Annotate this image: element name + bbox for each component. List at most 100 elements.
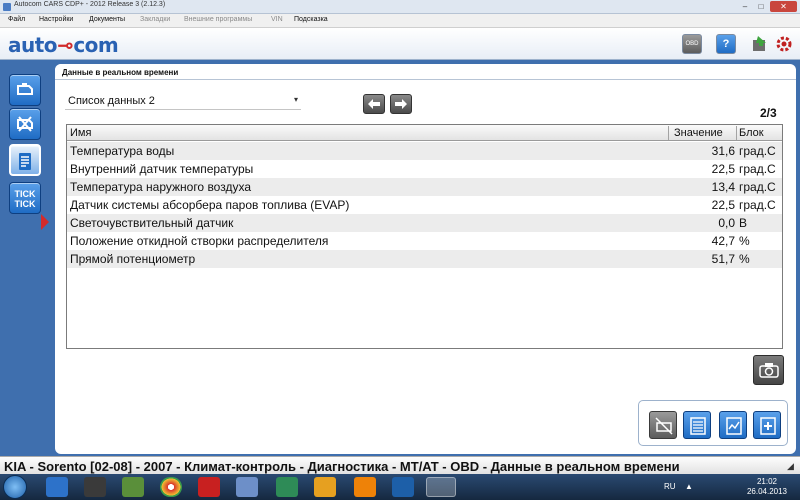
engine-icon: [17, 83, 33, 95]
graph-view-button[interactable]: [719, 411, 747, 439]
menu-file[interactable]: Файл: [8, 16, 25, 23]
tab-live-data[interactable]: Данные в реальном времени: [55, 64, 240, 80]
chevron-down-icon: ▾: [293, 95, 298, 104]
document-list-icon: [19, 153, 31, 170]
app-header: auto⊸com OBD ?: [0, 28, 800, 60]
row-name: Прямой потенциометр: [70, 252, 196, 266]
app-icon-green[interactable]: [276, 477, 298, 497]
live-data-table: Имя Значение Блок Температура воды 31,6 …: [66, 124, 783, 349]
row-unit: %: [739, 252, 750, 266]
window-title: Autocom CARS CDP+ - 2012 Release 3 (2.12…: [14, 1, 166, 8]
nav-live-data-button[interactable]: [9, 144, 41, 176]
dataset-select-value: Список данных 2: [68, 95, 155, 107]
list-icon: [690, 417, 706, 435]
start-button[interactable]: [3, 475, 27, 499]
row-value: 0,0: [718, 216, 735, 230]
row-unit: В: [739, 216, 748, 230]
row-name: Температура наружного воздуха: [70, 180, 251, 194]
arrow-left-icon: [368, 99, 380, 109]
chrome-icon[interactable]: [160, 477, 182, 497]
row-value: 22,5: [711, 162, 735, 176]
row-name: Внутренний датчик температуры: [70, 162, 254, 176]
table-row[interactable]: Внутренний датчик температуры 22,5 град.…: [67, 160, 782, 178]
table-header: Имя Значение Блок: [67, 125, 782, 141]
help-button[interactable]: ?: [716, 34, 736, 54]
keyboard-language[interactable]: RU: [664, 482, 676, 491]
globe-icon[interactable]: [392, 477, 414, 497]
media-icon[interactable]: [84, 477, 106, 497]
update-icon[interactable]: [750, 34, 770, 54]
row-unit: град.С: [739, 144, 776, 158]
system-clock[interactable]: 21:02 26.04.2013: [744, 477, 790, 497]
menu-bar: Файл Настройки Документы Закладки Внешни…: [0, 14, 800, 28]
table-row[interactable]: Прямой потенциометр 51,7 %: [67, 250, 782, 268]
window-titlebar: Autocom CARS CDP+ - 2012 Release 3 (2.12…: [0, 0, 800, 14]
nav-engine-button[interactable]: [9, 74, 41, 106]
breadcrumb: KIA - Sorento [02-08] - 2007 - Климат-ко…: [4, 459, 680, 474]
bottom-toolbar: [638, 400, 788, 446]
settings-gear-icon[interactable]: [774, 34, 794, 54]
menu-documents[interactable]: Документы: [89, 16, 125, 23]
add-to-report-button[interactable]: [753, 411, 781, 439]
row-value: 31,6: [711, 144, 735, 158]
windows-taskbar: RU ▲ 21:02 26.04.2013: [0, 474, 800, 500]
table-row[interactable]: Температура воды 31,6 град.С: [67, 142, 782, 160]
page-indicator: 2/3: [760, 106, 777, 120]
row-value: 51,7: [711, 252, 735, 266]
table-row[interactable]: Датчик системы абсорбера паров топлива (…: [67, 196, 782, 214]
menu-external-programs[interactable]: Внешние программы: [184, 16, 252, 23]
table-row[interactable]: Положение откидной створки распределител…: [67, 232, 782, 250]
player-icon[interactable]: [122, 477, 144, 497]
menu-vin[interactable]: VIN: [271, 16, 283, 23]
previous-page-button[interactable]: [363, 94, 385, 114]
row-value: 42,7: [711, 234, 735, 248]
table-row[interactable]: Температура наружного воздуха 13,4 град.…: [67, 178, 782, 196]
internet-explorer-icon[interactable]: [46, 477, 68, 497]
report-add-icon: [760, 417, 776, 435]
arrow-right-icon: [395, 99, 407, 109]
row-name: Положение откидной створки распределител…: [70, 234, 329, 248]
print-disabled-button[interactable]: [649, 411, 677, 439]
left-nav: TICK TICK: [0, 60, 50, 500]
menu-help[interactable]: Подсказка: [294, 16, 328, 23]
screenshot-button[interactable]: [753, 355, 784, 385]
graph-icon: [726, 417, 742, 435]
menu-settings[interactable]: Настройки: [39, 16, 73, 23]
close-button[interactable]: ✕: [770, 1, 797, 12]
autocom-logo: auto⊸com: [8, 33, 119, 57]
list-view-button[interactable]: [683, 411, 711, 439]
obd-button[interactable]: OBD: [682, 34, 702, 54]
yandex-icon[interactable]: [198, 477, 220, 497]
camera-icon: [759, 363, 779, 378]
tab-divider: [55, 79, 796, 80]
minimize-button[interactable]: –: [738, 1, 752, 12]
row-unit: град.С: [739, 180, 776, 194]
print-crossed-icon: [655, 417, 673, 435]
row-name: Светочувствительный датчик: [70, 216, 234, 230]
row-unit: %: [739, 234, 750, 248]
nav-tick-button[interactable]: TICK TICK: [9, 182, 41, 214]
mail-icon[interactable]: [236, 477, 258, 497]
autocom-taskbar-button[interactable]: [426, 477, 456, 497]
table-row[interactable]: Светочувствительный датчик 0,0 В: [67, 214, 782, 232]
menu-bookmarks[interactable]: Закладки: [140, 16, 170, 23]
maximize-button[interactable]: □: [754, 1, 768, 12]
row-name: Датчик системы абсорбера паров топлива (…: [70, 198, 350, 212]
row-unit: град.С: [739, 162, 776, 176]
status-resize-icon: ◢: [787, 461, 794, 471]
odnoklassniki-icon[interactable]: [354, 477, 376, 497]
engine-cross-icon: [17, 116, 33, 132]
next-page-button[interactable]: [390, 94, 412, 114]
tray-expand-icon[interactable]: ▲: [685, 482, 693, 491]
column-header-value[interactable]: Значение: [668, 126, 736, 140]
nav-clear-errors-button[interactable]: [9, 108, 41, 140]
dataset-select[interactable]: Список данных 2 ▾: [65, 93, 301, 110]
row-value: 13,4: [711, 180, 735, 194]
browser-icon-orange[interactable]: [314, 477, 336, 497]
active-indicator-arrow: [41, 214, 49, 230]
app-icon: [3, 3, 11, 11]
row-unit: град.С: [739, 198, 776, 212]
column-header-name[interactable]: Имя: [70, 126, 91, 140]
row-value: 22,5: [711, 198, 735, 212]
column-header-unit[interactable]: Блок: [736, 126, 782, 140]
